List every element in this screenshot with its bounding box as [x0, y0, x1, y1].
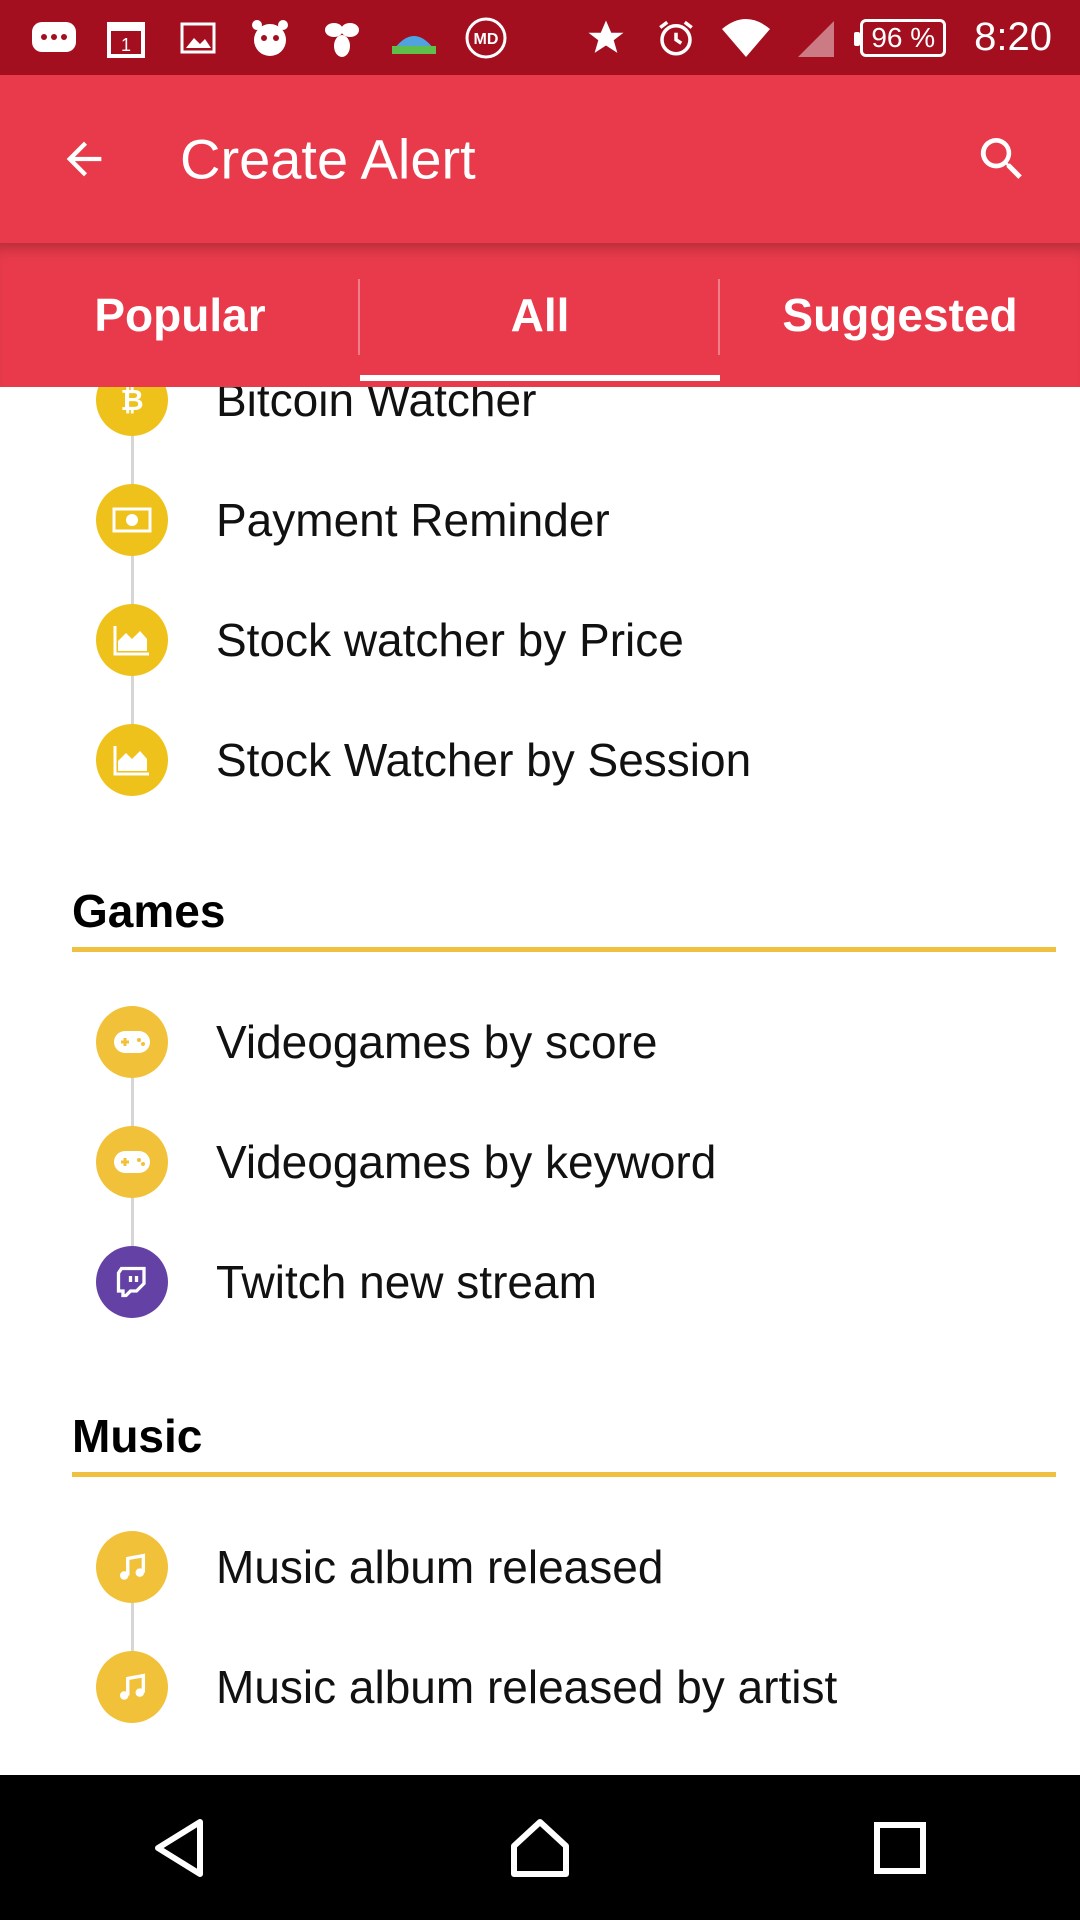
app-bar: Create Alert [0, 75, 1080, 243]
tab-suggested[interactable]: Suggested [720, 243, 1080, 387]
section-divider [72, 1472, 1056, 1477]
list-item-label: Music album released [216, 1541, 664, 1593]
system-nav-bar [0, 1775, 1080, 1920]
triangle-back-icon [155, 1818, 203, 1877]
wifi-icon [720, 16, 772, 60]
list-item-payment-reminder[interactable]: Payment Reminder [0, 460, 1080, 580]
system-icons: 96 % 8:20 [580, 15, 1052, 60]
list-item-videogames-by-keyword[interactable]: Videogames by keyword [0, 1102, 1080, 1222]
globe-app-icon [388, 16, 440, 60]
svg-text:1: 1 [121, 35, 131, 55]
alarm-clock-icon [650, 16, 702, 60]
section-divider [72, 947, 1056, 952]
calendar-icon: 1 [100, 16, 152, 60]
nav-back-button[interactable] [120, 1788, 240, 1908]
gamepad-icon [96, 1126, 168, 1198]
messenger-icon [28, 16, 80, 60]
section-title: Music [72, 1410, 203, 1462]
music-group: Music album released Music album release… [0, 1507, 1080, 1747]
list-item-stock-by-price[interactable]: Stock watcher by Price [0, 580, 1080, 700]
list-item-videogames-by-score[interactable]: Videogames by score [0, 982, 1080, 1102]
bitcoin-icon: ₿ [96, 387, 168, 436]
list-item-stock-by-session[interactable]: Stock Watcher by Session [0, 700, 1080, 820]
nav-recents-button[interactable] [840, 1788, 960, 1908]
search-button[interactable] [966, 123, 1038, 195]
area-chart-icon [96, 604, 168, 676]
list-item-label: Stock Watcher by Session [216, 734, 752, 786]
section-title: Games [72, 885, 226, 937]
tab-popular[interactable]: Popular [0, 243, 360, 387]
list-item-label: Music album released by artist [216, 1661, 838, 1713]
twitch-icon [96, 1246, 168, 1318]
md-app-icon: MD [460, 16, 512, 60]
list-item-music-album-by-artist[interactable]: Music album released by artist [0, 1627, 1080, 1747]
list-item-label: Bitcoin Watcher [216, 387, 537, 426]
section-header-music: Music [0, 1367, 1080, 1497]
signal-icon [790, 16, 842, 60]
list-item-label: Videogames by keyword [216, 1136, 717, 1188]
svg-text:₿: ₿ [120, 387, 143, 417]
list-item-music-album-released[interactable]: Music album released [0, 1507, 1080, 1627]
music-note-icon [96, 1651, 168, 1723]
gamepad-icon [96, 1006, 168, 1078]
area-chart-icon [96, 724, 168, 796]
page-title: Create Alert [180, 127, 476, 191]
section-header-games: Games [0, 842, 1080, 972]
alarm-app-icon [244, 16, 296, 60]
games-group: Videogames by score Videogames by keywor… [0, 982, 1080, 1342]
recents-icon [874, 1821, 926, 1874]
star-icon [580, 16, 632, 60]
list-item-bitcoin-watcher[interactable]: ₿ Bitcoin Watcher [0, 387, 1080, 460]
bee-icon [316, 16, 368, 60]
status-bar: 1 MD 96 % 8:20 [0, 0, 1080, 75]
money-icon [96, 484, 168, 556]
home-icon [511, 1818, 569, 1877]
music-note-icon [96, 1531, 168, 1603]
list-item-label: Twitch new stream [216, 1256, 597, 1308]
gallery-icon [172, 16, 224, 60]
list-item-label: Stock watcher by Price [216, 614, 684, 666]
battery-indicator: 96 % [854, 18, 947, 57]
alert-list: ₿ Bitcoin Watcher Payment Reminder Stock… [0, 387, 1080, 1775]
list-item-label: Videogames by score [216, 1016, 658, 1068]
svg-text:MD: MD [474, 31, 499, 48]
search-icon [980, 138, 1022, 179]
list-item-label: Payment Reminder [216, 494, 610, 546]
finance-group: ₿ Bitcoin Watcher Payment Reminder Stock… [0, 387, 1080, 820]
notification-icons: 1 MD [28, 16, 512, 60]
nav-home-button[interactable] [480, 1788, 600, 1908]
back-button[interactable] [52, 127, 116, 191]
tab-all[interactable]: All [360, 243, 720, 387]
screen: 1 MD 96 % 8:20 Create Alert Popular All … [0, 0, 1080, 1920]
tab-bar: Popular All Suggested [0, 243, 1080, 387]
arrow-back-icon [66, 141, 102, 177]
clock: 8:20 [974, 15, 1052, 59]
list-item-twitch-new-stream[interactable]: Twitch new stream [0, 1222, 1080, 1342]
